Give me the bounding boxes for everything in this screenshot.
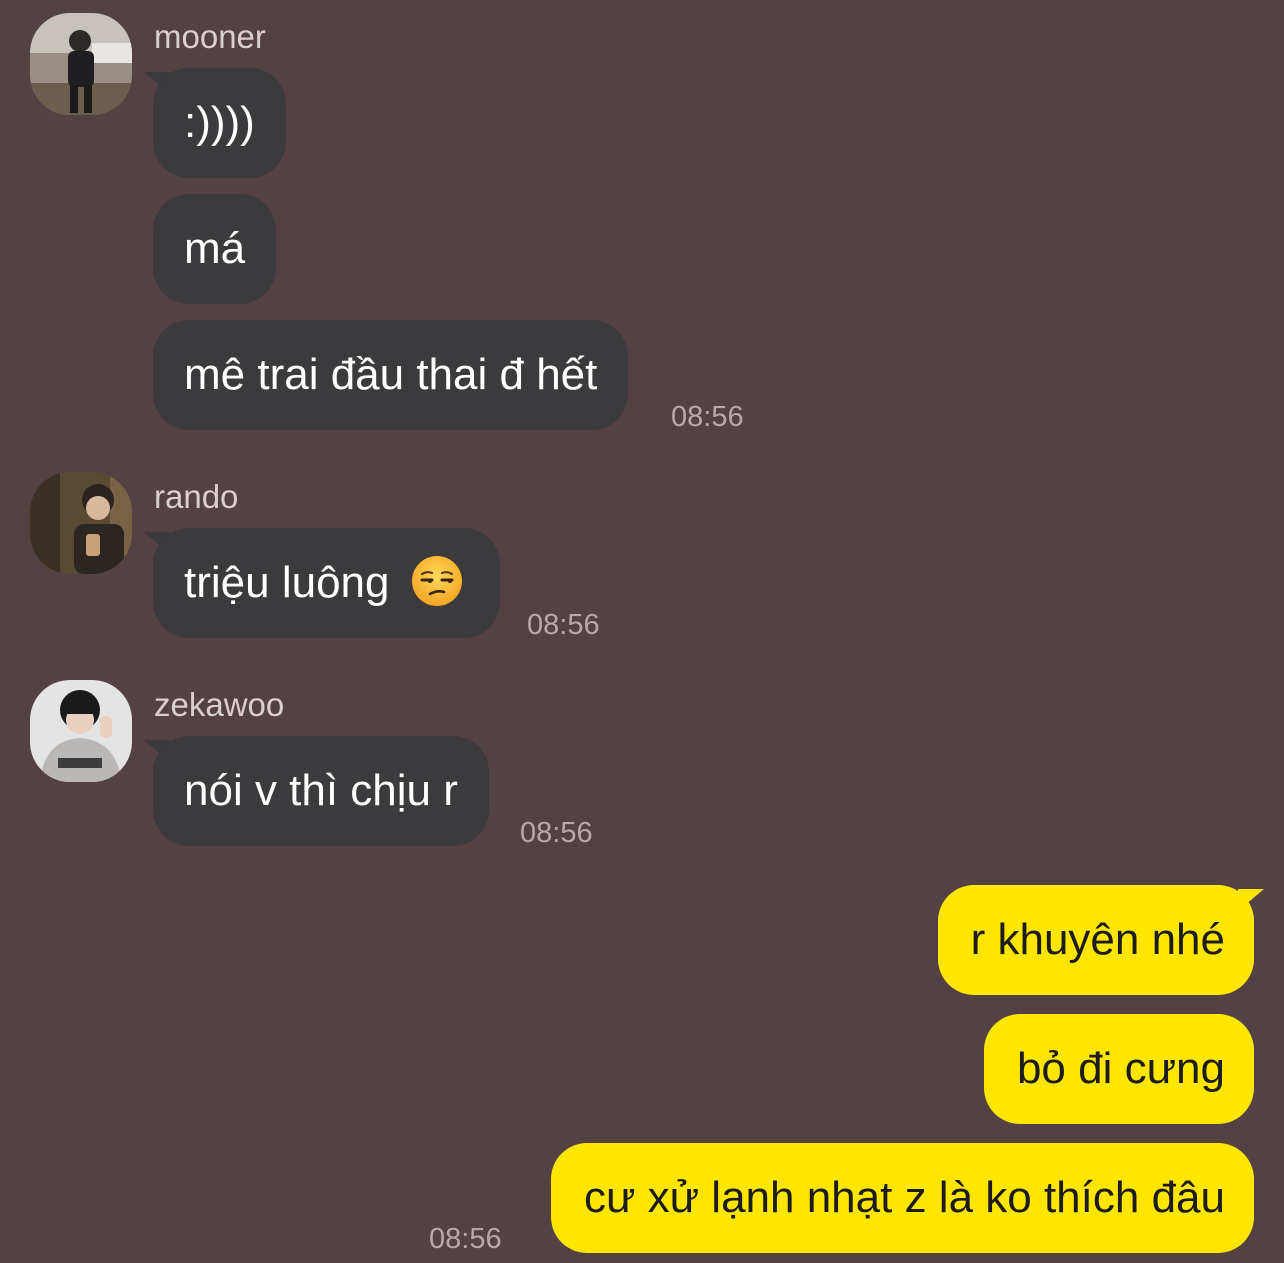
user-photo-icon	[30, 13, 132, 115]
message-bubble-outgoing[interactable]: cư xử lạnh nhạt z là ko thích đâu	[550, 1143, 1254, 1253]
sender-name: mooner	[154, 18, 266, 55]
avatar-mooner[interactable]	[30, 13, 132, 115]
message-bubble-outgoing[interactable]: r khuyên nhé	[937, 885, 1254, 995]
message-text: triệu luông	[184, 558, 390, 607]
message-timestamp: 08:56	[671, 401, 744, 433]
message-timestamp: 08:56	[527, 609, 600, 641]
user-photo-icon	[30, 680, 132, 782]
unamused-face-emoji-icon	[411, 556, 462, 607]
message-bubble[interactable]: :))))	[153, 68, 286, 178]
message-bubble[interactable]: mê trai đầu thai đ hết	[153, 320, 629, 430]
message-bubble[interactable]: má	[153, 194, 277, 304]
message-timestamp: 08:56	[429, 1223, 502, 1255]
message-bubble[interactable]: nói v thì chịu r	[153, 736, 489, 846]
sender-name: rando	[154, 478, 239, 515]
avatar-zekawoo[interactable]	[30, 680, 132, 782]
avatar-rando[interactable]	[30, 472, 132, 574]
message-bubble-outgoing[interactable]: bỏ đi cưng	[983, 1014, 1254, 1124]
message-bubble[interactable]: triệu luông	[153, 528, 500, 638]
message-timestamp: 08:56	[520, 817, 593, 849]
user-photo-icon	[30, 472, 132, 574]
chat-window: mooner :)))) má mê trai đầu thai đ hết 0…	[0, 0, 1284, 1263]
sender-name: zekawoo	[154, 686, 285, 723]
